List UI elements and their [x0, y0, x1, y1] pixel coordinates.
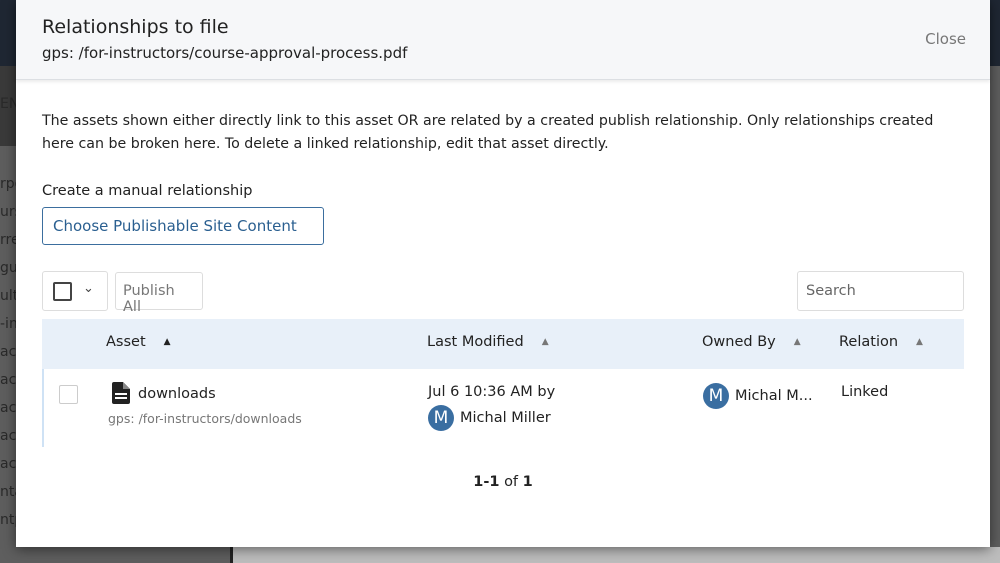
background-text: ac [0, 400, 16, 416]
modal-title: Relationships to file [42, 16, 229, 38]
background-text: urs [0, 204, 16, 220]
table-header: Asset ▲ Last Modified ▲ Owned By ▲ Relation… [42, 319, 964, 369]
background-text: ac [0, 428, 16, 444]
background-text: ntp [0, 512, 16, 528]
background-document [230, 547, 1000, 563]
choose-content-button[interactable]: Choose Publishable Site Content [42, 207, 324, 245]
avatar: M [428, 405, 454, 431]
modal-subtitle: gps: /for-instructors/course-approval-pr… [42, 44, 408, 62]
table-row: downloads gps: /for-instructors/download… [42, 369, 964, 447]
owner: M Michal M... [703, 383, 813, 409]
sort-icon[interactable]: ▲ [916, 337, 923, 347]
close-button[interactable]: Close [925, 30, 966, 48]
background-sidebar: rpo urs rre gu ult -in ac ac ac ac ac nt… [0, 170, 16, 534]
column-last-modified[interactable]: Last Modified ▲ [427, 334, 549, 350]
pager-range: 1-1 [473, 474, 500, 490]
background-text: -in [0, 316, 16, 332]
sort-icon[interactable]: ▲ [542, 337, 549, 347]
background-text: nta [0, 484, 16, 500]
background-text: ac [0, 344, 16, 360]
document-icon [112, 382, 130, 404]
asset-path: gps: /for-instructors/downloads [108, 411, 302, 426]
last-modified: Jul 6 10:36 AM by [428, 384, 556, 400]
background-text: ac [0, 372, 16, 388]
sort-asc-icon[interactable]: ▲ [164, 337, 171, 347]
select-all-dropdown[interactable]: ⌄ [42, 271, 108, 311]
relationships-table: Asset ▲ Last Modified ▲ Owned By ▲ Relation… [42, 319, 964, 447]
column-label: Relation [839, 334, 899, 350]
background-text: rpo [0, 176, 16, 192]
column-label: Last Modified [427, 334, 524, 350]
publish-all-button[interactable]: Publish All [115, 272, 203, 315]
background-text: ac [0, 456, 16, 472]
description: The assets shown either directly link to… [42, 113, 934, 152]
manual-relationship-label: Create a manual relationship [42, 183, 253, 199]
avatar: M [703, 383, 729, 409]
select-all-checkbox[interactable] [53, 282, 72, 301]
sort-icon[interactable]: ▲ [794, 337, 801, 347]
column-label: Owned By [702, 334, 776, 350]
relationships-modal: Relationships to file gps: /for-instruct… [16, 0, 990, 547]
pagination: 1-1 of 1 [42, 474, 964, 490]
search-input[interactable] [797, 271, 964, 311]
column-owned-by[interactable]: Owned By ▲ [702, 334, 801, 350]
relation: Linked [841, 384, 889, 400]
background-text: ult [0, 288, 16, 304]
owner-name: Michal M... [735, 388, 813, 404]
modal-header: Relationships to file gps: /for-instruct… [16, 0, 990, 80]
background-text: rre [0, 232, 16, 248]
row-checkbox[interactable] [59, 385, 78, 404]
pager-total: 1 [522, 474, 533, 490]
column-relation[interactable]: Relation ▲ [839, 334, 923, 350]
modified-by: M Michal Miller [428, 405, 551, 431]
column-asset[interactable]: Asset ▲ [106, 334, 171, 350]
column-label: Asset [106, 334, 146, 350]
asset-name-link[interactable]: downloads [138, 386, 216, 402]
background-text: gu [0, 260, 16, 276]
pager-of: of [504, 474, 519, 490]
chevron-down-icon[interactable]: ⌄ [83, 281, 94, 296]
modified-by-name: Michal Miller [460, 410, 551, 426]
